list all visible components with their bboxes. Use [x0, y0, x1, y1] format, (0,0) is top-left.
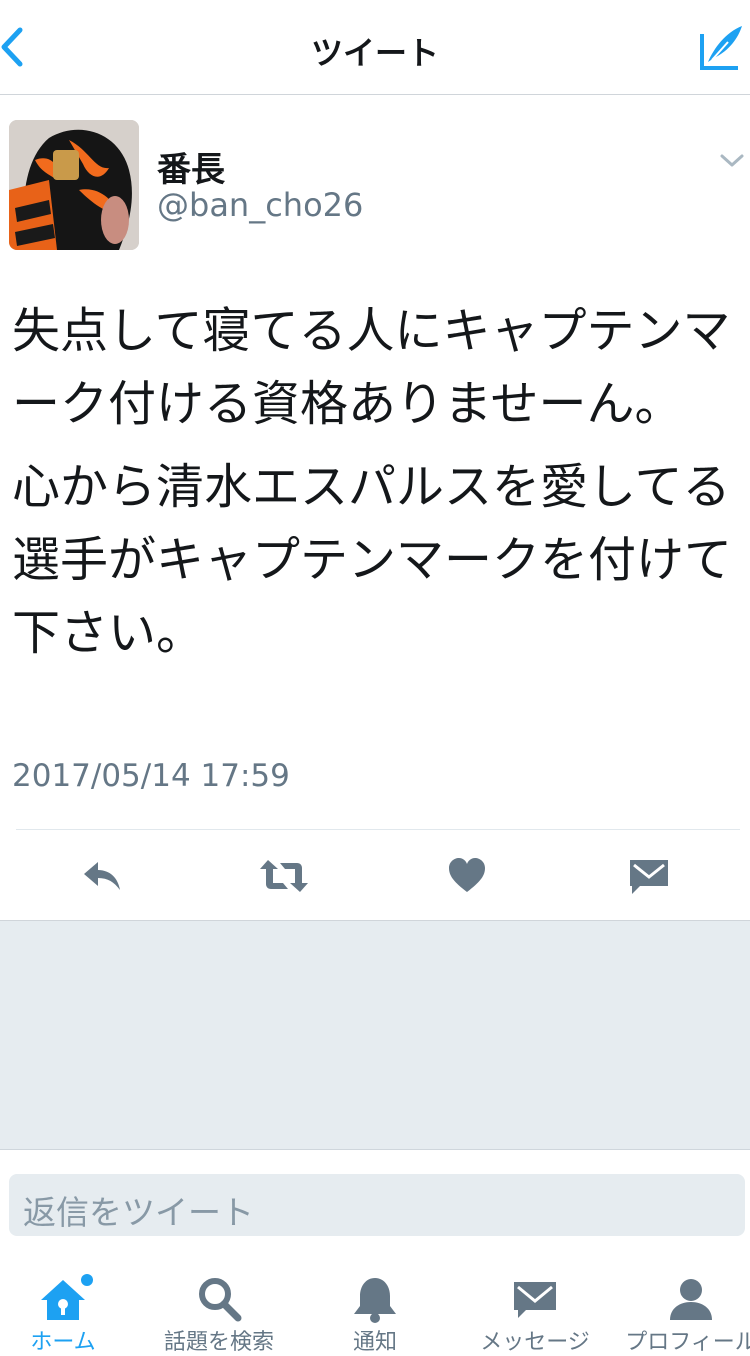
tab-messages[interactable]: メッセージ: [460, 1260, 610, 1355]
tab-label: ホーム: [30, 1330, 96, 1355]
display-name[interactable]: 番長: [157, 142, 225, 191]
tab-home[interactable]: ホーム: [0, 1260, 138, 1355]
bottom-tab-bar: ホーム 話題を検索 通知 メッセージ プロフィール: [0, 1260, 750, 1355]
tab-label: 通知: [352, 1330, 397, 1355]
tweet-actions: [0, 830, 750, 921]
reply-icon: [84, 862, 120, 890]
reply-placeholder: 返信をツイート: [23, 1193, 254, 1232]
direct-message-button[interactable]: [628, 856, 670, 896]
tab-notifications[interactable]: 通知: [300, 1260, 450, 1355]
tweet-paragraph: 失点して寝てる人にキャプテンマーク付ける資格ありませーん。: [12, 303, 731, 432]
bell-icon: [354, 1278, 396, 1323]
user-handle[interactable]: @ban_cho26: [157, 186, 363, 224]
top-nav: ツイート: [0, 0, 750, 95]
tab-profile[interactable]: プロフィール: [616, 1260, 750, 1355]
search-icon: [199, 1278, 242, 1322]
person-icon: [670, 1279, 712, 1320]
tab-search[interactable]: 話題を検索: [144, 1260, 294, 1355]
envelope-icon: [630, 860, 668, 894]
heart-icon: [449, 858, 485, 892]
retweet-button[interactable]: [258, 856, 310, 896]
envelope-icon: [514, 1282, 556, 1318]
tab-label: 話題を検索: [163, 1330, 274, 1355]
tab-label: メッセージ: [480, 1330, 590, 1355]
tweet-text: 失点して寝てる人にキャプテンマーク付ける資格ありませーん。 心から清水エスパルス…: [12, 295, 738, 670]
like-button[interactable]: [446, 856, 494, 896]
reply-composer: 返信をツイート: [0, 1150, 750, 1260]
reply-input[interactable]: 返信をツイート: [9, 1174, 745, 1236]
home-icon: [41, 1274, 93, 1320]
masked-wrestler-avatar-image: [9, 120, 139, 250]
tweet-menu-button[interactable]: [718, 152, 746, 170]
empty-replies-area: [0, 921, 750, 1150]
avatar[interactable]: [9, 120, 139, 250]
tweet-timestamp: 2017/05/14 17:59: [12, 758, 290, 794]
compose-icon: [700, 26, 742, 70]
compose-tweet-button[interactable]: [698, 22, 746, 72]
chevron-down-icon: [720, 154, 744, 167]
retweet-icon: [260, 860, 308, 892]
reply-button[interactable]: [80, 856, 128, 896]
page-title: ツイート: [310, 34, 439, 72]
tweet-paragraph: 心から清水エスパルスを愛してる選手がキャプテンマークを付けて下さい。: [12, 459, 733, 661]
tab-label: プロフィール: [625, 1330, 750, 1355]
